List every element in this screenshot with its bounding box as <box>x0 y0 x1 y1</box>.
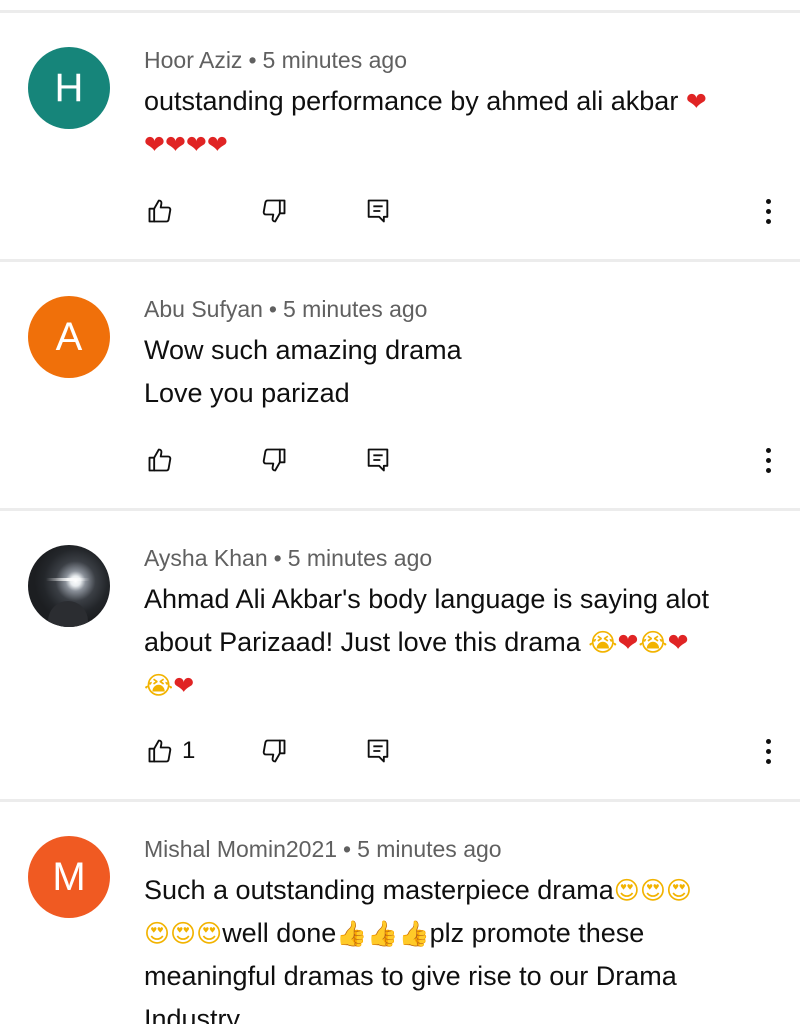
avatar[interactable]: M <box>28 836 110 918</box>
crying-face-emoji: 😭 <box>144 671 174 700</box>
comment-text: Wow such amazing drama Love you parizad <box>144 329 784 415</box>
comment-meta: Mishal Momin2021 • 5 minutes ago <box>144 836 502 863</box>
reply-comment-icon <box>367 448 389 472</box>
reply-comment-icon <box>367 199 389 223</box>
like-button[interactable] <box>144 735 176 767</box>
avatar[interactable]: H <box>28 47 110 129</box>
comment-text-line: plz promote these <box>429 918 645 948</box>
avatar[interactable]: A <box>28 296 110 378</box>
comment-item: H Hoor Aziz • 5 minutes ago outstanding pe… <box>0 13 800 260</box>
thumb-up-icon <box>148 448 172 472</box>
comment-text-line: well done <box>222 918 337 948</box>
author-name[interactable]: Mishal Momin2021 <box>144 836 337 862</box>
like-button[interactable] <box>144 195 176 227</box>
dislike-button[interactable] <box>258 735 290 767</box>
avatar-letter: A <box>55 314 83 359</box>
thumb-down-icon <box>262 448 286 472</box>
comment-text-line: Ahmad Ali Akbar's body language is sayin… <box>144 584 710 614</box>
dislike-button[interactable] <box>258 444 290 476</box>
comment-text-line: meaningful dramas to give rise to our Dr… <box>144 961 677 991</box>
avatar-letter: M <box>52 854 86 899</box>
comment-meta: Abu Sufyan • 5 minutes ago <box>144 296 427 323</box>
comment-actions <box>0 438 800 482</box>
comment-text-line: Industry <box>144 1004 241 1024</box>
author-name[interactable]: Aysha Khan <box>144 545 268 571</box>
author-name[interactable]: Abu Sufyan <box>144 296 263 322</box>
comment-text-line: about Parizaad! Just love this drama <box>144 627 581 657</box>
comment-meta: Hoor Aziz • 5 minutes ago <box>144 47 407 74</box>
meta-separator: • <box>273 545 282 571</box>
reply-comment-icon <box>367 739 389 763</box>
crying-face-emoji: 😭 <box>588 628 618 657</box>
more-vertical-icon <box>765 447 771 473</box>
thumb-up-icon <box>148 199 172 223</box>
reply-button[interactable] <box>362 195 394 227</box>
comment-text: outstanding performance by ahmed ali akb… <box>144 80 784 166</box>
comment-text-line: Wow such amazing drama <box>144 335 462 365</box>
comment-actions: 1 <box>0 729 800 773</box>
dislike-button[interactable] <box>258 195 290 227</box>
comment-item: A Abu Sufyan • 5 minutes ago Wow such amaz… <box>0 262 800 509</box>
thumb-up-icon <box>148 739 172 763</box>
reply-button[interactable] <box>362 444 394 476</box>
reply-button[interactable] <box>362 735 394 767</box>
comment-time: 5 minutes ago <box>262 47 407 73</box>
meta-separator: • <box>343 836 352 862</box>
comment-time: 5 minutes ago <box>287 545 433 571</box>
avatar-photo-silhouette <box>48 601 88 627</box>
heart-emoji: ❤ <box>173 671 195 700</box>
comments-page: H Hoor Aziz • 5 minutes ago outstanding pe… <box>0 0 800 1024</box>
heart-emoji: ❤ <box>685 87 707 116</box>
meta-separator: • <box>248 47 257 73</box>
like-count: 1 <box>182 737 196 764</box>
heart-eyes-emoji: 😍😍😍 <box>144 919 223 948</box>
thumbs-up-emoji: 👍👍👍 <box>336 919 430 948</box>
crying-face-emoji: 😭 <box>638 628 668 657</box>
comment-text: Such a outstanding masterpiece drama😍😍😍 … <box>144 869 784 1024</box>
comment-meta: Aysha Khan • 5 minutes ago <box>144 545 432 572</box>
thumb-down-icon <box>262 739 286 763</box>
more-vertical-icon <box>765 198 771 224</box>
heart-eyes-emoji: 😍😍😍 <box>613 876 692 905</box>
avatar[interactable] <box>28 545 110 627</box>
heart-emoji: ❤ <box>667 628 689 657</box>
comment-item: M Mishal Momin2021 • 5 minutes ago Such a … <box>0 802 800 1024</box>
comment-text-line: Such a outstanding masterpiece drama <box>144 875 614 905</box>
heart-emoji: ❤ <box>617 628 639 657</box>
avatar-letter: H <box>54 65 84 110</box>
meta-separator: • <box>268 296 277 322</box>
comment-time: 5 minutes ago <box>357 836 502 862</box>
thumb-down-icon <box>262 199 286 223</box>
avatar-photo-highlight <box>46 578 90 581</box>
heart-emoji-row: ❤❤❤❤ <box>144 130 228 159</box>
more-options-button[interactable] <box>752 735 784 767</box>
more-options-button[interactable] <box>752 195 784 227</box>
comment-text-line: outstanding performance by ahmed ali akb… <box>144 86 679 116</box>
comment-actions <box>0 189 800 233</box>
author-name[interactable]: Hoor Aziz <box>144 47 242 73</box>
comment-text-line: Love you parizad <box>144 378 350 408</box>
more-options-button[interactable] <box>752 444 784 476</box>
comment-text: Ahmad Ali Akbar's body language is sayin… <box>144 578 784 707</box>
more-vertical-icon <box>765 738 771 764</box>
comment-item: Aysha Khan • 5 minutes ago Ahmad Ali Akbar… <box>0 511 800 800</box>
comment-time: 5 minutes ago <box>282 296 428 322</box>
like-button[interactable] <box>144 444 176 476</box>
